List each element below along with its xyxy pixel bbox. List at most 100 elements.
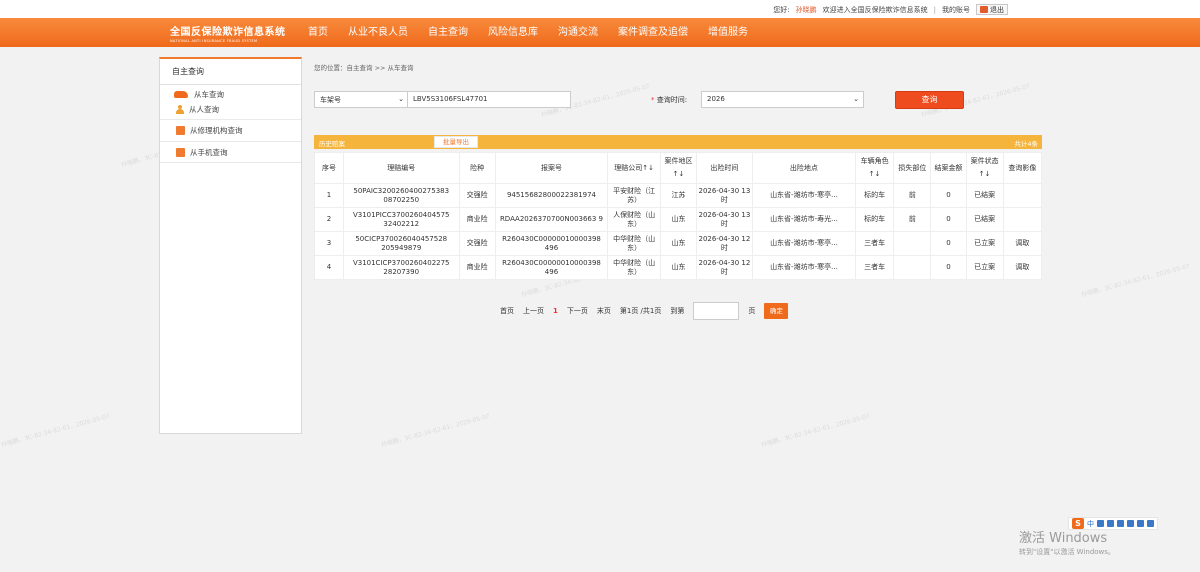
- col-header: 险种: [458, 152, 496, 184]
- sidebar-item-repair-query[interactable]: 从修理机构查询: [160, 119, 301, 141]
- nav-value-added[interactable]: 增值服务: [698, 18, 758, 47]
- nav-self-query[interactable]: 自主查询: [418, 18, 478, 47]
- person-icon: [176, 105, 184, 114]
- cell: 交强险: [458, 183, 496, 208]
- col-header: 理赔编号: [342, 152, 460, 184]
- sidebar-item-label: 从修理机构查询: [190, 126, 243, 135]
- username: 孙晓鹏: [795, 5, 817, 14]
- view-image-link[interactable]: [1002, 207, 1043, 232]
- cell: V3101CICP3700260402275 28207390: [342, 255, 460, 280]
- view-image-link[interactable]: [1002, 183, 1043, 208]
- table-row: 4 V3101CICP3700260402275 28207390 商业险 R2…: [314, 255, 1043, 280]
- col-header-sortable[interactable]: 案件地区↑↓: [659, 152, 698, 184]
- cell: 0: [930, 183, 967, 208]
- col-header: 损失部位: [893, 152, 932, 184]
- nav-communication[interactable]: 沟通交流: [548, 18, 608, 47]
- sidebar-item-car-query[interactable]: 从车查询: [160, 89, 301, 100]
- logout-button[interactable]: 退出: [976, 4, 1008, 15]
- col-header: 出险地点: [751, 152, 857, 184]
- nav-home[interactable]: 首页: [298, 18, 338, 47]
- query-time-select[interactable]: 2026 ⌄: [701, 91, 864, 108]
- nav-risk-db[interactable]: 风险信息库: [478, 18, 548, 47]
- page-unit-label: 页: [748, 307, 756, 315]
- watermark: 孙晓鹏，3C-82-34-82-61，2026-05-07: [0, 412, 111, 449]
- col-header-sortable[interactable]: 案件状态↑↓: [965, 152, 1004, 184]
- cell: 交强险: [458, 231, 496, 256]
- cell: 已立案: [965, 231, 1004, 256]
- phone-icon: [176, 147, 185, 157]
- cell: 4: [314, 255, 344, 280]
- query-button[interactable]: 查询: [895, 91, 964, 109]
- cell: 中华财险（山东）: [607, 231, 661, 256]
- cell: 2: [314, 207, 344, 232]
- chevron-down-icon: ⌄: [398, 95, 404, 103]
- sidebar-item-phone-query[interactable]: 从手机查询: [160, 141, 301, 163]
- cell: 已结案: [965, 207, 1004, 232]
- pagination: 首页 上一页 1 下一页 末页 第1页 /共1页 到第 页 确定: [500, 302, 789, 320]
- cell: 山东: [659, 207, 698, 232]
- site-logo[interactable]: 全国反保险欺诈信息系统 NATIONAL ANTI INSURANCE FRAU…: [170, 23, 286, 43]
- cell: 山东省-潍坊市-寒亭...: [751, 183, 857, 208]
- logo-title: 全国反保险欺诈信息系统: [170, 27, 286, 38]
- cell: 3: [314, 231, 344, 256]
- ime-skin-icon: [1137, 520, 1144, 527]
- cell: 中华财险（山东）: [607, 255, 661, 280]
- prev-page-link[interactable]: 上一页: [523, 306, 544, 316]
- goto-confirm-button[interactable]: 确定: [764, 303, 789, 319]
- cell: 0: [930, 207, 967, 232]
- cell: 1: [314, 183, 344, 208]
- cell: 已结案: [965, 183, 1004, 208]
- breadcrumb: 您的位置：自主查询 >> 从车查询: [314, 64, 414, 72]
- view-image-link[interactable]: 调取: [1002, 231, 1043, 256]
- watermark: 孙晓鹏，3C-82-34-82-61，2026-05-07: [1080, 262, 1191, 299]
- logout-label: 退出: [990, 5, 1004, 14]
- nav-case-investigation[interactable]: 案件调查及追偿: [608, 18, 698, 47]
- ime-tools-icon: [1147, 520, 1154, 527]
- welcome-text: 欢迎进入全国反保险欺诈信息系统: [822, 5, 928, 14]
- cell: 山东: [659, 255, 698, 280]
- sidebar-item-label: 从人查询: [189, 105, 219, 114]
- my-account-link[interactable]: 我的账号: [942, 5, 970, 15]
- sidebar: 自主查询 从车查询 从人查询 从修理机构查询 从手机查询: [159, 57, 302, 434]
- goto-page-input[interactable]: [693, 302, 740, 320]
- cell: R260430C00000010000398 496: [494, 255, 609, 280]
- history-label: 历史赔案: [319, 140, 345, 148]
- cell: 三者车: [855, 255, 895, 280]
- view-image-link[interactable]: 调取: [1002, 255, 1043, 280]
- vin-input[interactable]: LBV5S3106FSL47701: [407, 91, 571, 108]
- ime-mic-icon: [1117, 520, 1124, 527]
- greeting-label: 您好:: [773, 5, 790, 14]
- car-icon: [174, 91, 188, 98]
- sidebar-item-label: 从车查询: [194, 90, 224, 99]
- col-header-sortable[interactable]: 车辆角色↑↓: [855, 152, 895, 184]
- col-header-sortable[interactable]: 理赔公司↑↓: [607, 152, 661, 184]
- table-row: 2 V3101PICC3700260404575 32402212 商业险 RD…: [314, 207, 1043, 232]
- main-nav: 首页 从业不良人员 自主查询 风险信息库 沟通交流 案件调查及追偿 增值服务: [298, 18, 758, 47]
- col-header: 结案金额: [930, 152, 967, 184]
- cell: 商业险: [458, 207, 496, 232]
- field-type-select[interactable]: 车架号 ⌄: [314, 91, 409, 108]
- top-utility-bar: 您好: 孙晓鹏 欢迎进入全国反保险欺诈信息系统 | 我的账号 退出: [0, 0, 1200, 18]
- next-page-link[interactable]: 下一页: [567, 306, 588, 316]
- cell: 50PAIC3200260400275383 08702250: [342, 183, 460, 208]
- batch-export-button[interactable]: 批量导出: [434, 136, 478, 148]
- sidebar-item-person-query[interactable]: 从人查询: [160, 104, 301, 115]
- cell: 已立案: [965, 255, 1004, 280]
- cell: 前: [893, 207, 932, 232]
- total-count: 共计4条: [1014, 140, 1038, 148]
- separator: |: [933, 5, 936, 14]
- sidebar-item-label: 从手机查询: [190, 147, 228, 157]
- cell: 标的车: [855, 183, 895, 208]
- cell: 50CICP370026040457528 205949879: [342, 231, 460, 256]
- cell: 山东省-潍坊市-寿光...: [751, 207, 857, 232]
- first-page-link[interactable]: 首页: [500, 306, 514, 316]
- required-mark: *: [651, 96, 655, 104]
- watermark: 孙晓鹏，3C-82-34-82-61，2026-05-07: [760, 412, 871, 449]
- activation-title: 激活 Windows: [1019, 531, 1108, 546]
- nav-bad-practitioners[interactable]: 从业不良人员: [338, 18, 418, 47]
- last-page-link[interactable]: 末页: [597, 306, 611, 316]
- ime-emoji-icon: [1107, 520, 1114, 527]
- cell: 标的车: [855, 207, 895, 232]
- cell: 0: [930, 231, 967, 256]
- ime-punct-icon: [1097, 520, 1104, 527]
